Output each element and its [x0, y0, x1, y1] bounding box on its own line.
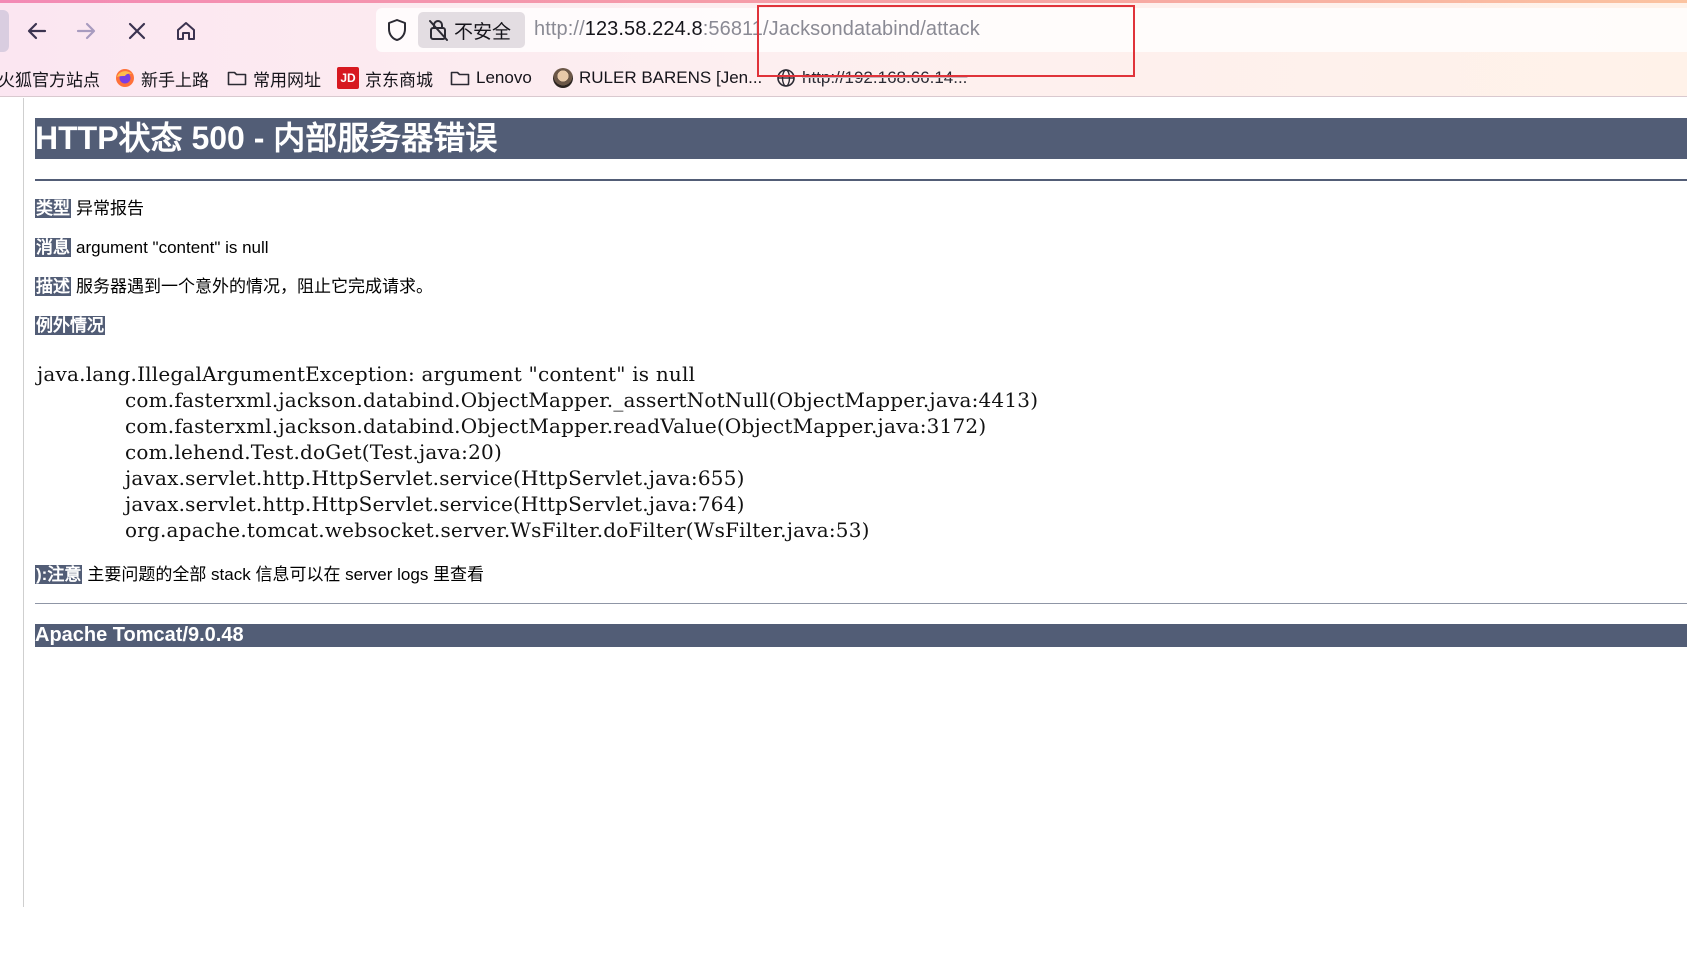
bookmark-label: 新手上路: [141, 70, 209, 90]
server-version-footer: Apache Tomcat/9.0.48: [35, 624, 1687, 647]
browser-toolbar: 不安全 http://123.58.224.8:56811/Jacksondat…: [0, 0, 1687, 97]
jd-logo-icon: JD: [337, 67, 359, 89]
folder-icon: [450, 68, 470, 88]
firefox-icon: [115, 68, 135, 88]
type-row: 类型 异常报告: [35, 198, 144, 220]
exception-label: 例外情况: [35, 316, 105, 335]
message-row: 消息 argument "content" is null: [35, 237, 269, 259]
type-value: 异常报告: [76, 199, 144, 218]
stack-frame: javax.servlet.http.HttpServlet.service(H…: [125, 492, 745, 516]
bookmark-getting-started[interactable]: 新手上路: [115, 65, 209, 91]
url-bar[interactable]: 不安全 http://123.58.224.8:56811/Jacksondat…: [376, 8, 1687, 52]
note-label: ):注意: [35, 565, 83, 584]
globe-icon: [776, 68, 796, 88]
bookmark-label: 火狐官方站点: [0, 70, 100, 90]
bookmark-local-ip[interactable]: http://192.168.66.14...: [776, 65, 967, 91]
page-title: HTTP状态 500 - 内部服务器错误: [35, 118, 1687, 159]
bookmark-folder-lenovo[interactable]: Lenovo: [450, 65, 532, 91]
type-label: 类型: [35, 199, 71, 218]
description-row: 描述 服务器遇到一个意外的情况，阻止它完成请求。: [35, 276, 433, 298]
url-path: :56811/Jacksondatabind/attack: [702, 18, 980, 40]
bookmark-label: Lenovo: [476, 68, 532, 87]
note-value: 主要问题的全部 stack 信息可以在 server logs 里查看: [87, 565, 485, 584]
bookmark-ruler-barens[interactable]: RULER BARENS [Jen...: [553, 65, 762, 91]
bookmark-folder-common[interactable]: 常用网址: [227, 65, 321, 91]
close-icon: [128, 22, 146, 40]
url-prefix: http://: [534, 18, 585, 40]
bookmark-firefox-official[interactable]: 火狐官方站点: [0, 65, 100, 91]
message-value: argument "content" is null: [76, 238, 269, 257]
url-host: 123.58.224.8: [584, 18, 703, 40]
arrow-left-icon: [27, 22, 47, 40]
stack-frame: com.lehend.Test.doGet(Test.java:20): [125, 440, 502, 464]
lock-broken-icon: [429, 20, 448, 41]
home-button[interactable]: [169, 14, 203, 48]
avatar-icon: [553, 68, 573, 88]
security-label: 不安全: [454, 21, 512, 43]
connection-insecure-badge[interactable]: 不安全: [418, 12, 525, 48]
exception-line: java.lang.IllegalArgumentException: argu…: [37, 362, 696, 386]
description-value: 服务器遇到一个意外的情况，阻止它完成请求。: [76, 277, 433, 296]
home-icon: [177, 22, 195, 40]
stack-trace: java.lang.IllegalArgumentException: argu…: [37, 361, 1038, 543]
exception-row: 例外情况: [35, 315, 110, 337]
folder-icon: [227, 68, 247, 88]
divider: [35, 179, 1687, 181]
bookmark-jd[interactable]: JD 京东商城: [337, 65, 433, 91]
tab-stub[interactable]: [0, 10, 9, 52]
bookmark-label: 常用网址: [253, 70, 321, 90]
stack-frame: javax.servlet.http.HttpServlet.service(H…: [125, 466, 745, 490]
description-label: 描述: [35, 277, 71, 296]
sidebar-divider: [23, 98, 24, 907]
stack-frame: com.fasterxml.jackson.databind.ObjectMap…: [125, 414, 987, 438]
bookmark-label: http://192.168.66.14...: [802, 68, 968, 87]
arrow-right-icon: [76, 22, 96, 40]
shield-icon[interactable]: [386, 18, 408, 42]
stack-frame: com.fasterxml.jackson.databind.ObjectMap…: [125, 388, 1039, 412]
bookmark-label: RULER BARENS [Jen...: [579, 68, 763, 87]
page-viewport: HTTP状态 500 - 内部服务器错误 类型 异常报告 消息 argument "…: [0, 98, 1687, 974]
divider: [35, 603, 1687, 604]
bookmarks-toolbar: 火狐官方站点 新手上路 常用网址 JD 京东商城 Lenovo RULER BA…: [0, 62, 1687, 92]
note-row: ):注意 主要问题的全部 stack 信息可以在 server logs 里查看: [35, 564, 484, 586]
bookmark-label: 京东商城: [365, 70, 433, 90]
back-button[interactable]: [20, 14, 54, 48]
forward-button[interactable]: [69, 14, 103, 48]
toolbar-accent-line: [0, 0, 1687, 3]
url-text[interactable]: http://123.58.224.8:56811/Jacksondatabin…: [534, 18, 980, 41]
message-label: 消息: [35, 238, 71, 257]
stop-button[interactable]: [120, 14, 154, 48]
stack-frame: org.apache.tomcat.websocket.server.WsFil…: [125, 518, 870, 542]
